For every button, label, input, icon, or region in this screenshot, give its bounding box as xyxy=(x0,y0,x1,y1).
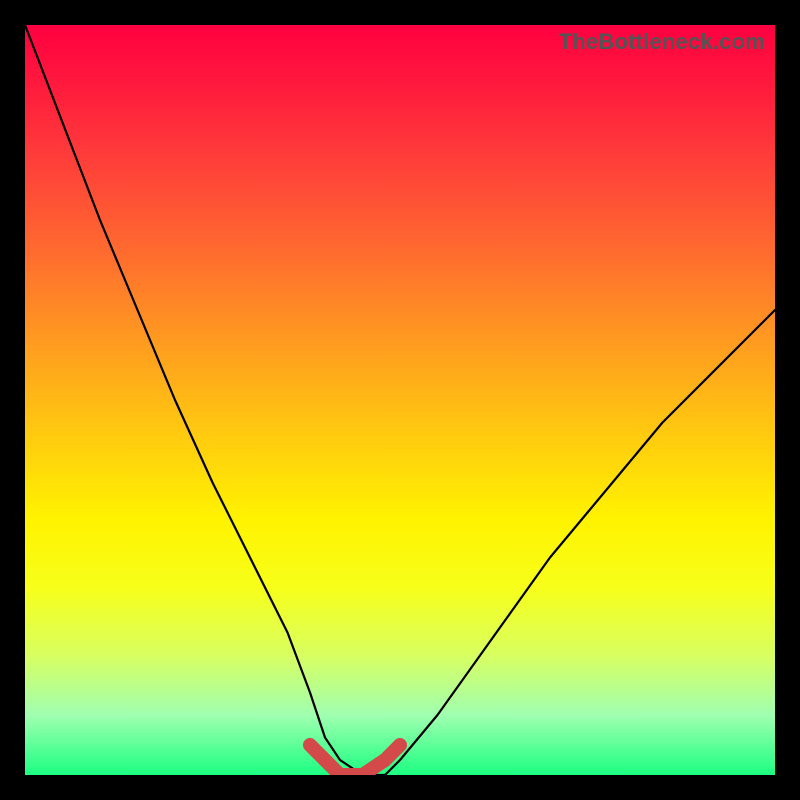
tolerance-band-path xyxy=(310,745,400,775)
chart-frame: TheBottleneck.com xyxy=(0,0,800,800)
bottleneck-curve-path xyxy=(25,25,775,775)
chart-svg xyxy=(25,25,775,775)
plot-area: TheBottleneck.com xyxy=(25,25,775,775)
